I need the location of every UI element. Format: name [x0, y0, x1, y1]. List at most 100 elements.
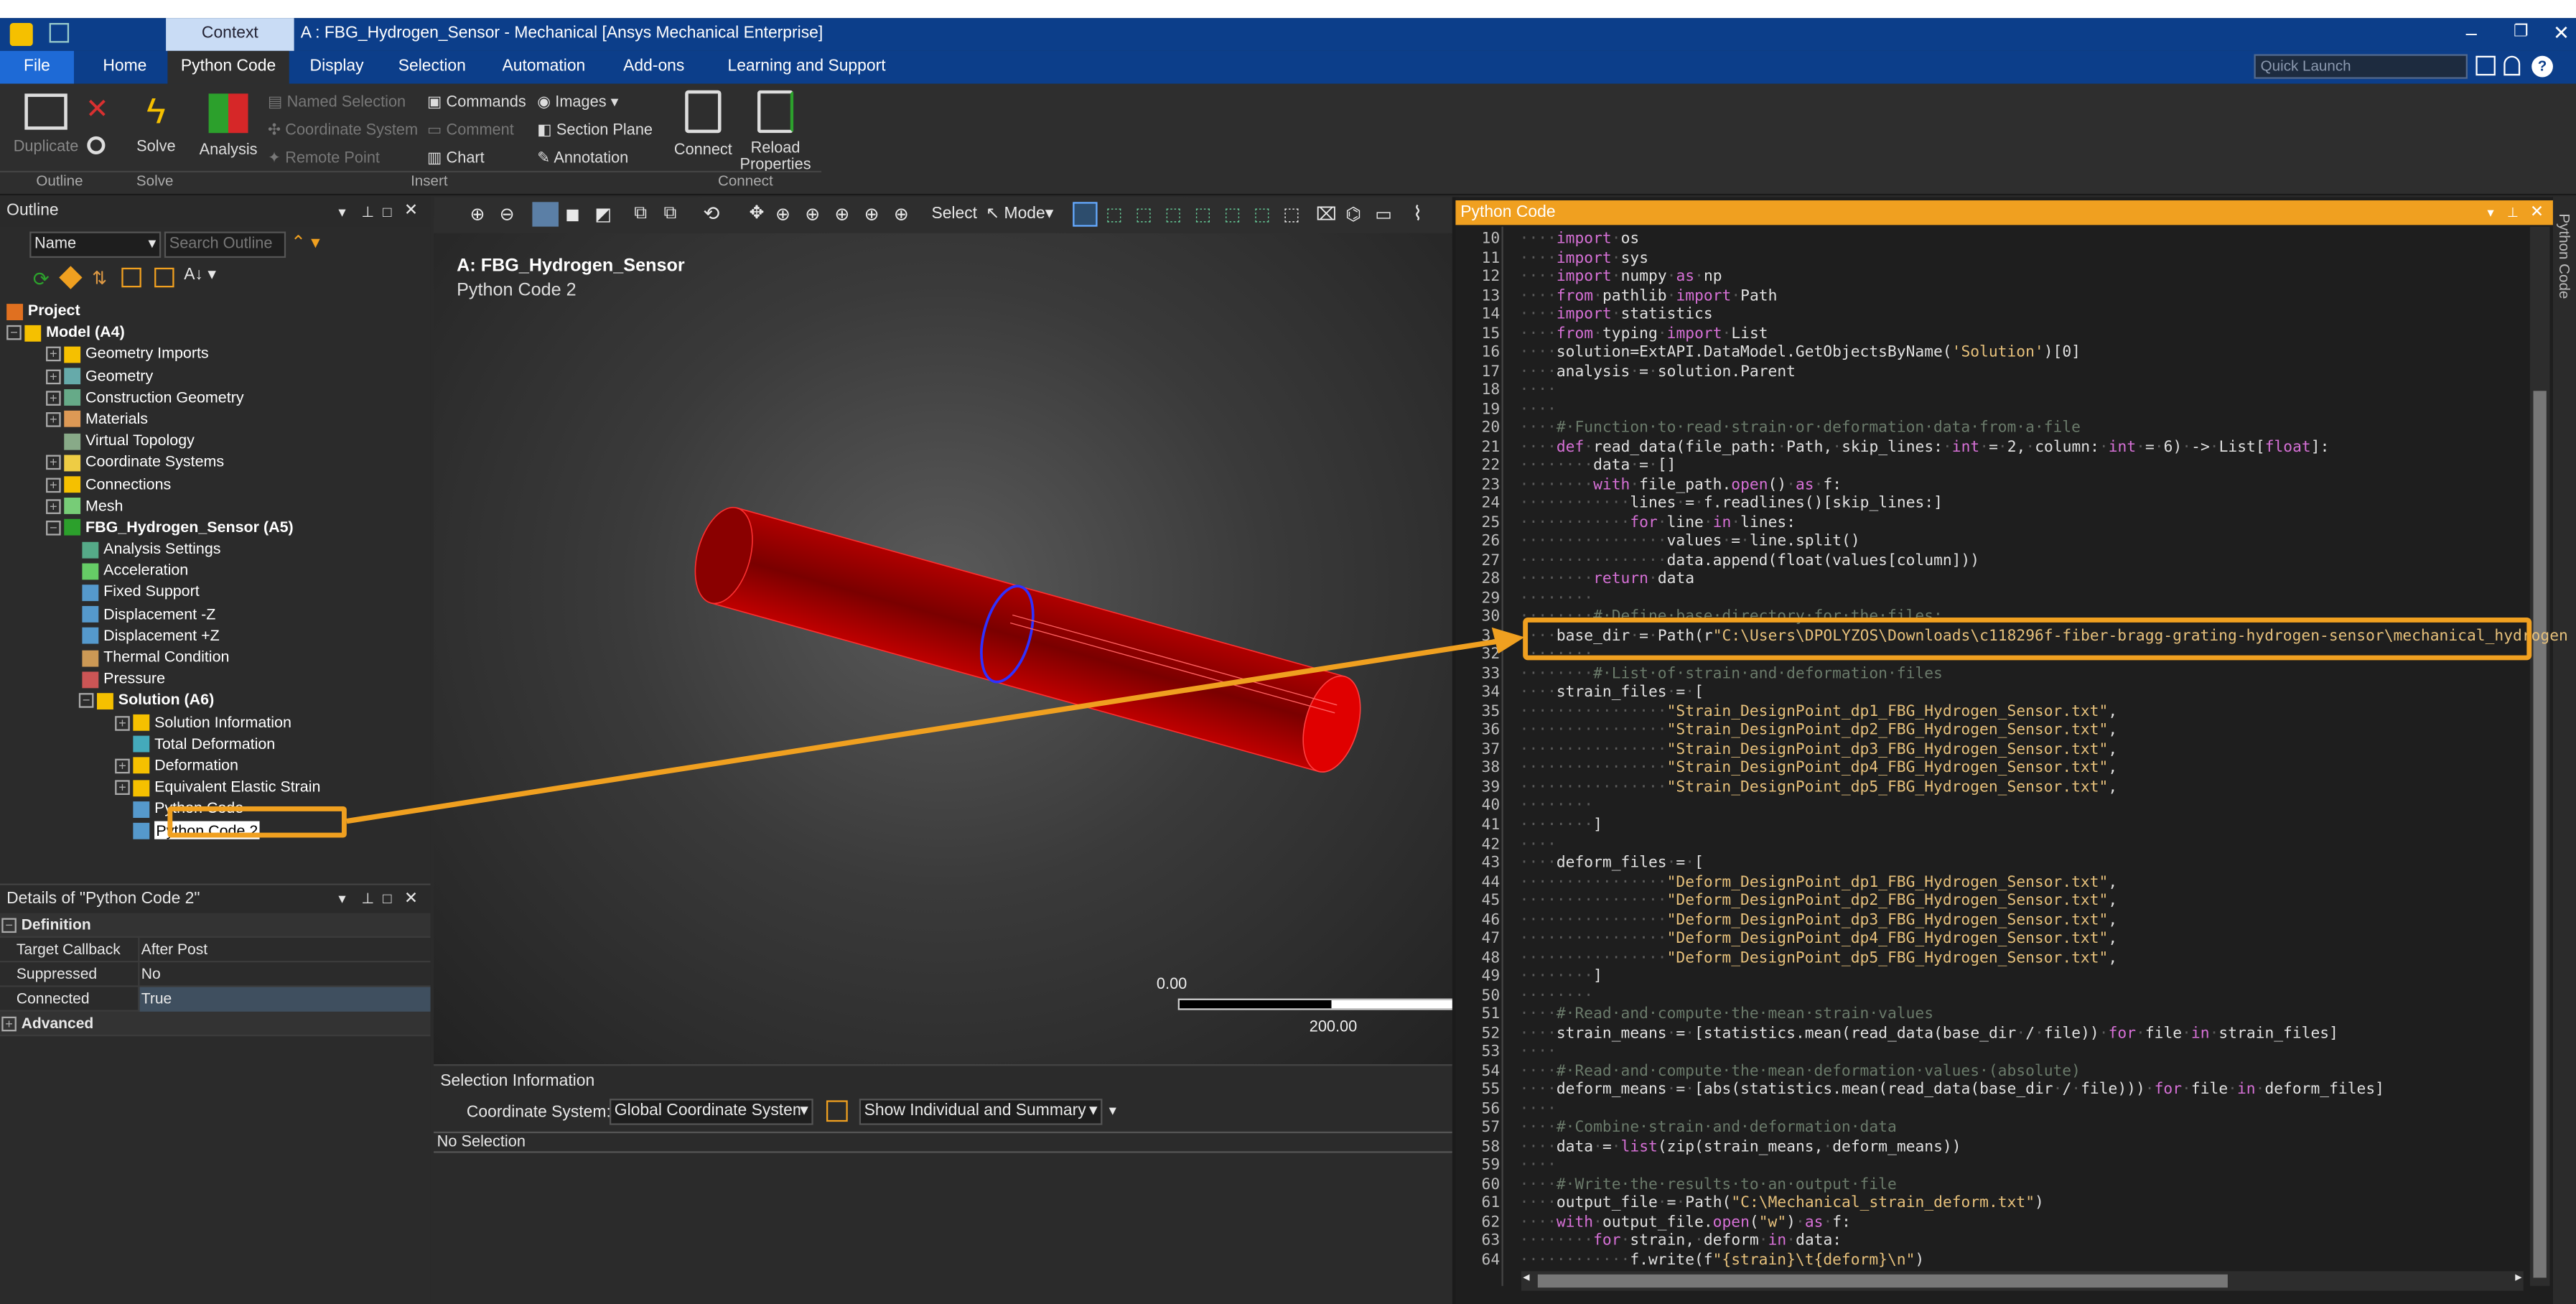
- details-section-definition[interactable]: − Definition: [0, 913, 431, 938]
- tree-materials[interactable]: + Materials: [46, 407, 320, 429]
- scale-bar: [1177, 998, 1457, 1010]
- maximize-icon[interactable]: □: [383, 197, 391, 226]
- sort-icon[interactable]: ⇅: [92, 268, 107, 289]
- tree-total-deformation[interactable]: Total Deformation: [115, 732, 320, 753]
- grid-view-icon[interactable]: [121, 267, 141, 288]
- tree-virtual-topology[interactable]: Virtual Topology: [46, 429, 320, 450]
- images-button[interactable]: ◉ Images ▾: [537, 93, 618, 111]
- close-icon[interactable]: ✕: [404, 885, 418, 913]
- annotation-button[interactable]: ✎ Annotation: [537, 149, 628, 167]
- user-icon[interactable]: [2503, 55, 2521, 76]
- cs-label: Coordinate System:: [466, 1103, 611, 1122]
- outline-search-input[interactable]: Search Outline: [164, 231, 286, 259]
- python-code-header: Python Code ▾ ⊥ ✕: [1455, 200, 2553, 225]
- outline-tree: Project − Model (A4) + Geometry Imports + G…: [6, 299, 320, 840]
- delete-icon[interactable]: ✕: [85, 93, 109, 126]
- tree-connections[interactable]: + Connections: [46, 472, 320, 494]
- quick-launch-input[interactable]: Quick Launch: [2254, 54, 2468, 79]
- tree-analysis-settings[interactable]: Analysis Settings: [82, 537, 320, 559]
- horizontal-scrollbar[interactable]: ◂ ▸: [1521, 1270, 2524, 1291]
- tree-equivalent-elastic-strain[interactable]: + Equivalent Elastic Strain: [115, 776, 320, 797]
- code-editor[interactable]: ····import·os ····import·sys ····import·…: [1520, 230, 2568, 1270]
- dropdown-icon[interactable]: ▾: [338, 885, 345, 913]
- details-grid: − Definition Target Callback After Post Su…: [0, 913, 431, 1037]
- refresh-icon[interactable]: ⟳: [33, 268, 50, 291]
- duplicate-button[interactable]: Duplicate: [13, 90, 79, 156]
- analysis-button[interactable]: Analysis: [197, 90, 260, 159]
- tab-python-code[interactable]: Python Code: [167, 50, 289, 84]
- tree-thermal-condition[interactable]: Thermal Condition: [82, 646, 320, 667]
- expand-all-icon[interactable]: [154, 267, 174, 288]
- connect-button[interactable]: Connect: [671, 90, 737, 159]
- selection-panel: Selection Information Coordinate System:…: [434, 1064, 1452, 1304]
- context-tab[interactable]: Context: [166, 18, 294, 51]
- search-icon[interactable]: [87, 136, 106, 154]
- tree-displacement-pos-z[interactable]: Displacement +Z: [82, 624, 320, 646]
- solve-button[interactable]: ϟ Solve: [131, 90, 181, 156]
- tab-home[interactable]: Home: [90, 51, 159, 84]
- tree-displacement-neg-z[interactable]: Displacement -Z: [82, 602, 320, 624]
- tree-construction-geometry[interactable]: + Construction Geometry: [46, 386, 320, 407]
- pin-icon[interactable]: ⊥: [361, 197, 374, 226]
- remote-point-button[interactable]: ✦ Remote Point: [268, 149, 380, 167]
- tree-analysis[interactable]: − FBG_Hydrogen_Sensor (A5): [46, 516, 320, 537]
- tab-automation[interactable]: Automation: [493, 51, 594, 84]
- tree-fixed-support[interactable]: Fixed Support: [82, 580, 320, 602]
- tree-model[interactable]: − Model (A4): [6, 320, 320, 342]
- highlight-box-tree: [167, 806, 347, 838]
- quick-access-icon[interactable]: [49, 23, 70, 43]
- tree-deformation[interactable]: + Deformation: [115, 754, 320, 776]
- analysis-icon: [208, 93, 248, 134]
- collapse-up-icon[interactable]: ⌃ ▾: [291, 231, 320, 253]
- tag-icon[interactable]: [59, 266, 83, 289]
- group-solve-label: Solve: [136, 172, 174, 190]
- close-window-icon[interactable]: ✕: [2553, 22, 2570, 45]
- duplicate-icon: [24, 93, 67, 130]
- tree-solution-information[interactable]: + Solution Information: [115, 710, 320, 732]
- comment-button[interactable]: ▭ Comment: [427, 121, 514, 139]
- show-mode-select[interactable]: Show Individual and Summary ▾: [859, 1099, 1103, 1125]
- tab-learning-support[interactable]: Learning and Support: [713, 51, 900, 84]
- tree-coordinate-systems[interactable]: + Coordinate Systems: [46, 450, 320, 472]
- tab-display[interactable]: Display: [299, 51, 374, 84]
- tree-pressure[interactable]: Pressure: [82, 667, 320, 689]
- filter-icon[interactable]: [826, 1100, 848, 1122]
- commands-button[interactable]: ▣ Commands: [427, 93, 526, 111]
- outline-filter-select[interactable]: Name ▾: [29, 231, 162, 259]
- collapse-icon[interactable]: −: [6, 325, 22, 340]
- tab-selection[interactable]: Selection: [388, 51, 477, 84]
- coordinate-system-button[interactable]: ✣ Coordinate System: [268, 121, 418, 139]
- mechanical-window: Context A : FBG_Hydrogen_Sensor - Mechan…: [0, 0, 2576, 1304]
- details-section-advanced[interactable]: + Advanced: [0, 1011, 431, 1037]
- sort-az-icon[interactable]: A↓ ▾: [184, 266, 216, 284]
- maximize-icon[interactable]: □: [383, 885, 391, 913]
- dropdown-icon[interactable]: ▾: [1109, 1102, 1116, 1120]
- close-icon[interactable]: ✕: [2530, 200, 2544, 225]
- named-selection-button[interactable]: ▤ Named Selection: [268, 93, 406, 111]
- tree-geometry[interactable]: + Geometry: [46, 364, 320, 386]
- details-row-suppressed[interactable]: Suppressed No: [0, 962, 431, 987]
- section-plane-button[interactable]: ◧ Section Plane: [537, 121, 653, 139]
- help-icon[interactable]: ?: [2531, 55, 2553, 78]
- details-row-connected[interactable]: Connected True: [0, 987, 431, 1012]
- tree-acceleration[interactable]: Acceleration: [82, 559, 320, 580]
- restore-icon[interactable]: ❐: [2514, 23, 2529, 41]
- dropdown-icon[interactable]: ▾: [338, 197, 345, 226]
- tab-add-ons[interactable]: Add-ons: [611, 51, 696, 84]
- cs-select[interactable]: Global Coordinate System ▾: [609, 1099, 813, 1125]
- pin-icon[interactable]: ⊥: [2507, 200, 2519, 225]
- tree-solution[interactable]: − Solution (A6): [78, 689, 321, 710]
- tab-file[interactable]: File: [0, 50, 74, 84]
- chart-button[interactable]: ▥ Chart: [427, 149, 485, 167]
- reload-properties-button[interactable]: Reload Properties: [739, 90, 812, 174]
- tree-project[interactable]: Project: [6, 299, 320, 320]
- graphics-viewport[interactable]: ⊕ ⊖ ◼ ◩ ⧉ ⧉ ⟲ ✥ ⊕ ⊕ ⊕ ⊕ ⊕ Select ↖ Mode▾…: [434, 197, 1457, 1065]
- tree-mesh[interactable]: + Mesh: [46, 494, 320, 516]
- minimize-icon[interactable]: –: [2466, 22, 2477, 45]
- close-icon[interactable]: ✕: [404, 197, 418, 226]
- dropdown-icon[interactable]: ▾: [2487, 200, 2493, 225]
- details-row-target-callback[interactable]: Target Callback After Post: [0, 937, 431, 963]
- tree-geometry-imports[interactable]: + Geometry Imports: [46, 343, 320, 364]
- pin-icon[interactable]: ⊥: [361, 885, 374, 913]
- search-docs-icon[interactable]: [2475, 55, 2496, 76]
